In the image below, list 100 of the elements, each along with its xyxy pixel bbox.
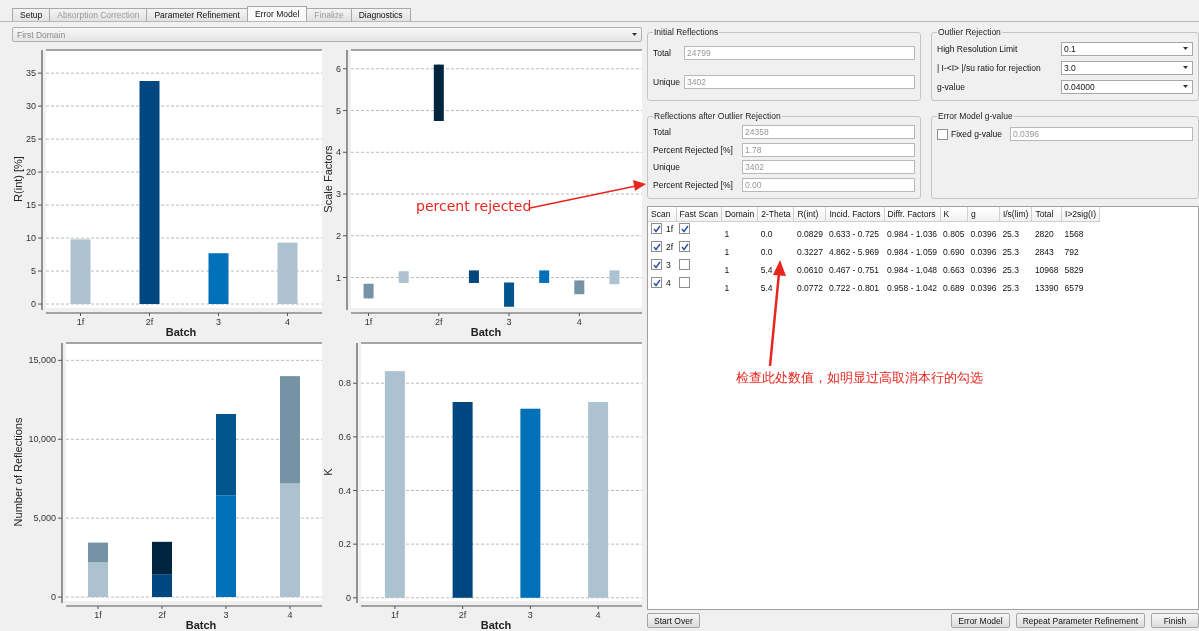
tick-label: 0.4 <box>338 485 351 496</box>
tick-label: 3 <box>223 610 229 620</box>
column-header[interactable]: Domain <box>721 207 758 222</box>
table-cell: 0.0396 <box>967 221 1000 240</box>
tick-label: 5,000 <box>33 513 56 524</box>
field-label: | I-<I> |/su ratio for rejection <box>937 62 1042 73</box>
start-over-button[interactable]: Start Over <box>647 613 700 628</box>
table-cell: 0.633 - 0.725 <box>825 221 884 240</box>
field-label: Total <box>653 48 672 59</box>
tick-label: 5 <box>336 105 341 116</box>
table-cell-text: 1 <box>723 282 731 294</box>
tick-label: 2 <box>336 230 341 241</box>
tick-label: 10,000 <box>28 434 56 445</box>
column-header[interactable]: g <box>967 207 1000 222</box>
scan-label: 3 <box>666 259 671 270</box>
table-cell-text: 0.0396 <box>969 246 998 258</box>
table-cell-text: 792 <box>1063 246 1080 258</box>
table-cell-text: 0.0396 <box>969 282 998 294</box>
table-cell: 25.3 <box>999 221 1032 240</box>
table-cell-text: 1 <box>723 264 731 276</box>
column-header[interactable]: Total <box>1031 207 1062 222</box>
table-cell-text: 0.0 <box>759 246 774 258</box>
tick-label: 6 <box>336 63 341 74</box>
axis-title: Batch <box>480 619 512 631</box>
field-label: Percent Rejected [%] <box>653 144 734 155</box>
table-cell-text: 13390 <box>1033 282 1060 294</box>
tab[interactable]: Setup <box>12 8 51 21</box>
column-header[interactable]: 2-Theta <box>757 207 794 222</box>
column-header[interactable]: Incid. Factors <box>825 207 884 222</box>
tick-label: 35 <box>26 68 36 79</box>
group-title: Outlier Rejection <box>937 27 1002 37</box>
table-cell-text: 5.4 <box>759 264 774 276</box>
column-header[interactable]: I>2sig(I) <box>1061 207 1100 222</box>
field-label: g-value <box>937 81 966 92</box>
table-cell: 0.984 - 1.036 <box>884 221 941 240</box>
field-label: Total <box>653 126 672 137</box>
tab[interactable]: Diagnostics <box>350 8 411 21</box>
axis-title: R(int) [%] <box>12 156 24 202</box>
tab[interactable]: Error Model <box>246 6 308 21</box>
annotation-text: 检查此处数值，如明显过高取消本行的勾选 <box>736 369 983 387</box>
tick-label: 0.8 <box>338 378 351 389</box>
table-cell-text: 0.0772 <box>795 282 824 294</box>
column-header[interactable]: K <box>940 207 968 222</box>
table-cell-text: 0.690 <box>942 246 966 258</box>
table-cell-text: 0.958 - 1.042 <box>886 282 939 294</box>
axis-title: Batch <box>185 619 217 631</box>
column-header[interactable]: R(int) <box>793 207 826 222</box>
table-cell: 0.0 <box>757 221 794 240</box>
tick-label: 3 <box>527 610 533 620</box>
axis-title: Number of Reflections <box>12 417 24 527</box>
tick-label: 15,000 <box>28 355 56 366</box>
tick-label: 0 <box>51 592 56 603</box>
axis-title: K <box>322 468 334 476</box>
table-cell: 0.805 <box>940 221 968 240</box>
tick-label: 1 <box>336 272 341 283</box>
table-cell: 1568 <box>1061 221 1100 240</box>
combo-box[interactable]: 3.0 <box>1061 60 1193 75</box>
table-cell-text: 0.984 - 1.048 <box>886 264 939 276</box>
tick-label: 2f <box>158 610 166 620</box>
table-cell-text: 1 <box>723 246 731 258</box>
group-title: Reflections after Outlier Rejection <box>653 111 782 121</box>
table-cell-text: 4.862 - 5.969 <box>827 246 881 258</box>
table-cell-text: 0.689 <box>942 282 966 294</box>
tick-label: 1f <box>76 317 85 327</box>
table-cell-text: 0.663 <box>942 264 966 276</box>
tick-label: 0.6 <box>338 431 351 442</box>
action-button[interactable]: Repeat Parameter Refinement <box>1015 613 1145 628</box>
combo-box[interactable]: 0.04000 <box>1061 79 1193 94</box>
action-button[interactable]: Error Model <box>951 613 1010 628</box>
table-cell-text: 25.3 <box>1001 246 1020 258</box>
column-header[interactable]: Scan <box>648 207 677 222</box>
table-cell-text: 0.722 - 0.801 <box>827 282 881 294</box>
table-cell: 2820 <box>1031 221 1062 240</box>
tick-label: 4 <box>336 147 341 158</box>
column-header[interactable]: I/s(lim) <box>999 207 1032 222</box>
tab[interactable]: Parameter Refinement <box>146 8 248 21</box>
tick-label: 5 <box>31 266 36 277</box>
tick-label: 3 <box>336 189 341 200</box>
tick-label: 3 <box>506 317 512 327</box>
table-cell: 1 <box>721 221 758 240</box>
tick-label: 30 <box>26 101 36 112</box>
table-cell-text: 0.3227 <box>795 246 824 258</box>
column-header[interactable]: Fast Scan <box>676 207 722 222</box>
tick-label: 4 <box>595 610 601 620</box>
group-title: Error Model g-value <box>937 111 1014 121</box>
table-cell-text: 5.4 <box>759 282 774 294</box>
axis-title: Scale Factors <box>322 145 334 213</box>
field-label: Unique <box>653 76 681 87</box>
combo-box[interactable]: 0.1 <box>1061 41 1193 56</box>
axis-title: Batch <box>470 326 502 338</box>
table-cell-text: 0.467 - 0.751 <box>827 264 881 276</box>
table-cell-text: 2843 <box>1033 246 1055 258</box>
field-label: Unique <box>653 162 681 173</box>
tick-label: 1f <box>364 317 373 327</box>
action-button[interactable]: Finish <box>1151 613 1199 628</box>
axis-title: Batch <box>165 326 197 338</box>
column-header[interactable]: Diffr. Factors <box>884 207 941 222</box>
tick-label: 1f <box>94 610 102 620</box>
tick-label: 2f <box>435 317 443 327</box>
table-cell-text: 25.3 <box>1001 282 1020 294</box>
